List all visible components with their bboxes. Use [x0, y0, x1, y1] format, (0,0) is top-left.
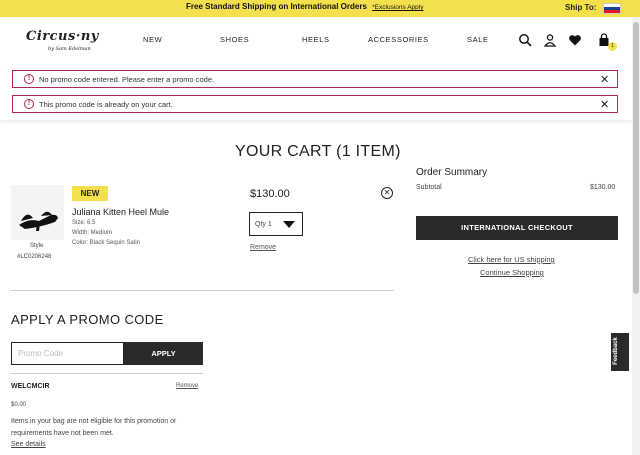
divider: [11, 373, 203, 374]
order-summary-title: Order Summary: [416, 167, 488, 178]
feedback-label: Feedback: [612, 337, 619, 365]
logo-subtitle: by Sam Edelman: [48, 46, 91, 52]
divider: [11, 290, 394, 291]
product-name[interactable]: Juliana Kitten Heel Mule: [72, 207, 169, 217]
ship-to-label[interactable]: Ship To:: [565, 3, 596, 12]
cart-title: YOUR CART (1 ITEM): [235, 143, 401, 160]
nav-shoes[interactable]: SHOES: [220, 35, 249, 44]
us-shipping-link[interactable]: Click here for US shipping: [468, 255, 555, 264]
continue-shopping-link[interactable]: Continue Shopping: [480, 268, 544, 277]
russia-flag-icon[interactable]: [603, 3, 621, 14]
feedback-tab[interactable]: Feedback: [611, 333, 629, 371]
error-area: ! No promo code entered. Please enter a …: [0, 65, 632, 120]
international-checkout-button[interactable]: INTERNATIONAL CHECKOUT: [416, 216, 618, 240]
quantity-select[interactable]: Qty 1: [249, 212, 303, 236]
apply-button[interactable]: APPLY: [124, 342, 203, 365]
subtotal-value: $130.00: [590, 184, 616, 191]
remove-code-link[interactable]: Remove: [176, 383, 198, 389]
error-message: ! No promo code entered. Please enter a …: [12, 70, 618, 88]
style-number: #LC0206248: [17, 254, 52, 260]
promo-bar-text: Free Standard Shipping on International …: [186, 2, 423, 11]
product-size: Size: 6.5: [72, 220, 96, 226]
promo-bar: Free Standard Shipping on International …: [0, 0, 640, 17]
product-color: Color: Black Sequin Satin: [72, 240, 141, 246]
site-logo[interactable]: Circus·ny: [26, 29, 99, 44]
remove-item-icon[interactable]: ✕: [381, 187, 393, 199]
applied-code-name: WELCMCIR: [11, 383, 50, 390]
remove-link[interactable]: Remove: [250, 244, 276, 251]
shoe-image: [19, 211, 58, 231]
site-header: Circus·ny by Sam Edelman NEW SHOES HEELS…: [0, 17, 632, 65]
applied-code-amount: $0.00: [11, 402, 27, 408]
nav-accessories[interactable]: ACCESSORIES: [368, 35, 429, 44]
promo-code-input[interactable]: [11, 342, 124, 365]
promo-title: APPLY A PROMO CODE: [11, 312, 164, 327]
subtotal-label: Subtotal: [416, 184, 442, 191]
close-icon[interactable]: ✕: [600, 98, 609, 111]
new-badge: NEW: [72, 186, 108, 201]
item-price: $130.00: [250, 188, 290, 200]
error-message: ! This promo code is already on your car…: [12, 95, 618, 113]
alert-icon: !: [24, 74, 34, 84]
product-width: Width: Medium: [72, 230, 113, 236]
search-icon[interactable]: [518, 33, 532, 47]
nav-new[interactable]: NEW: [143, 35, 162, 44]
error-text: No promo code entered. Please enter a pr…: [39, 75, 215, 84]
close-icon[interactable]: ✕: [600, 73, 609, 86]
account-icon[interactable]: [543, 33, 557, 47]
style-label: Style: [30, 243, 44, 249]
product-image[interactable]: [11, 185, 64, 240]
bag-count-badge: 1: [608, 42, 617, 51]
alert-icon: !: [24, 99, 34, 109]
nav-sale[interactable]: SALE: [467, 35, 489, 44]
quantity-value: Qty 1: [255, 221, 272, 228]
nav-heels[interactable]: HEELS: [302, 35, 330, 44]
scrollbar-thumb[interactable]: [633, 22, 639, 294]
promo-bar-message: Free Standard Shipping on International …: [186, 2, 367, 11]
promo-ineligible-note: Items in your bag are not eligible for t…: [11, 418, 177, 437]
chevron-down-icon: [283, 221, 295, 228]
see-details-link[interactable]: See details: [11, 441, 46, 448]
exclusions-link[interactable]: *Exclusions Apply: [372, 4, 423, 11]
wishlist-icon[interactable]: [568, 33, 582, 47]
error-text: This promo code is already on your cart.: [39, 100, 173, 109]
